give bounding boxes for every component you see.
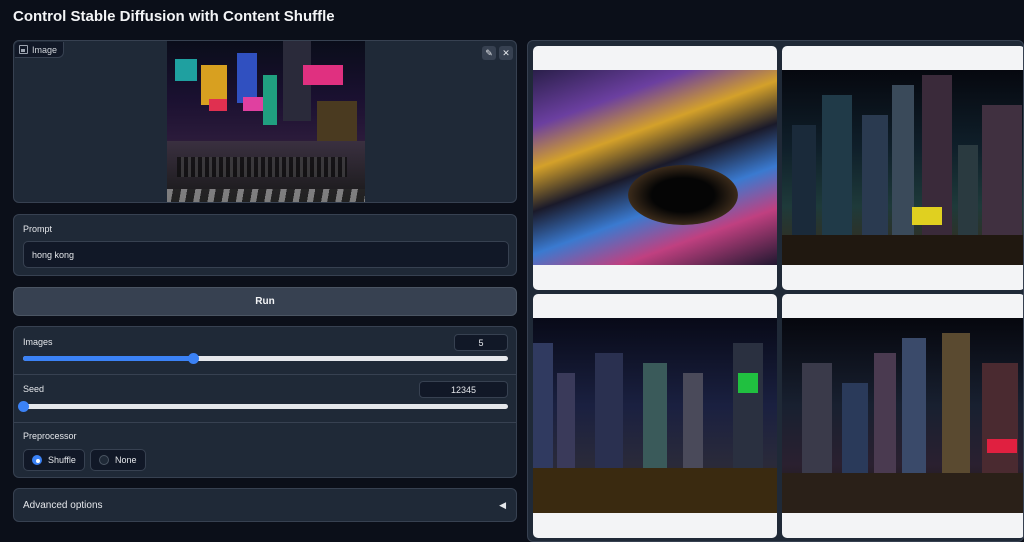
gallery-item[interactable] <box>533 294 777 538</box>
radio-unselected-icon <box>99 455 109 465</box>
seed-slider-handle[interactable] <box>18 401 29 412</box>
radio-shuffle[interactable]: Shuffle <box>23 449 85 471</box>
run-button[interactable]: Run <box>13 287 517 316</box>
gallery-image <box>533 70 777 265</box>
preprocessor-label: Preprocessor <box>23 431 77 441</box>
radio-shuffle-label: Shuffle <box>48 455 76 465</box>
gallery-image <box>533 318 777 513</box>
prompt-input[interactable]: hong kong <box>23 241 509 268</box>
prompt-panel: Prompt hong kong <box>13 214 517 276</box>
gallery-item[interactable] <box>533 46 777 290</box>
advanced-options-accordion[interactable]: Advanced options ◀ <box>13 488 517 522</box>
output-gallery <box>527 40 1024 542</box>
advanced-options-label: Advanced options <box>23 500 103 511</box>
seed-slider[interactable] <box>18 401 508 412</box>
images-slider-fill <box>23 356 193 361</box>
gallery-image <box>782 318 1023 513</box>
page-title: Control Stable Diffusion with Content Sh… <box>13 8 335 25</box>
divider <box>14 374 516 375</box>
image-input-label: Image <box>15 42 65 58</box>
image-label-text: Image <box>32 44 58 55</box>
prompt-label: Prompt <box>23 224 53 234</box>
gallery-item[interactable] <box>782 46 1023 290</box>
input-image <box>167 41 365 202</box>
image-input-panel[interactable]: Image ✎ ✕ <box>13 40 517 203</box>
images-label: Images <box>23 337 53 347</box>
images-slider-handle[interactable] <box>187 353 199 364</box>
pencil-icon[interactable]: ✎ <box>482 46 496 60</box>
radio-none-label: None <box>115 455 137 465</box>
close-icon[interactable]: ✕ <box>499 46 513 60</box>
app-root: Control Stable Diffusion with Content Sh… <box>0 0 1024 542</box>
images-slider[interactable] <box>23 353 508 364</box>
seed-number-input[interactable]: 12345 <box>419 381 508 398</box>
images-number-input[interactable]: 5 <box>454 334 508 351</box>
radio-none[interactable]: None <box>90 449 146 471</box>
gallery-image <box>782 70 1023 265</box>
seed-label: Seed <box>23 384 45 394</box>
controls-panel: Images 5 Seed 12345 Preprocessor Shuffle… <box>13 326 517 478</box>
triangle-left-icon: ◀ <box>499 500 506 510</box>
divider <box>14 422 516 423</box>
image-icon <box>19 45 28 54</box>
gallery-item[interactable] <box>782 294 1023 538</box>
radio-selected-icon <box>32 455 42 465</box>
